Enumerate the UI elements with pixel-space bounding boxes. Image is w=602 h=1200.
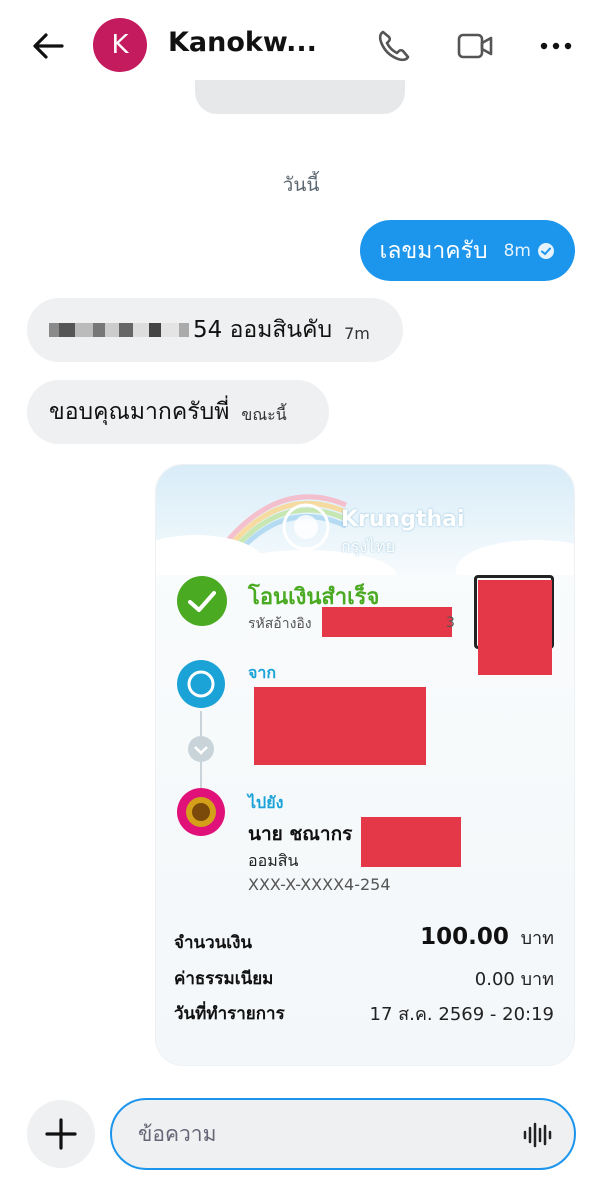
- message-input[interactable]: ข้อความ: [110, 1098, 576, 1170]
- message-time: 8m: [503, 240, 531, 261]
- redaction-box: [322, 607, 452, 637]
- recipient-name: นาย ชณากร: [248, 823, 353, 845]
- redaction-box: [478, 580, 552, 675]
- message-input-placeholder: ข้อความ: [138, 1121, 217, 1146]
- recipient-bank: ออมสิน: [248, 851, 299, 870]
- video-icon[interactable]: [455, 26, 495, 66]
- back-arrow-icon[interactable]: [28, 26, 68, 66]
- amount-value: 100.00 บาท: [420, 923, 554, 952]
- to-label: ไปยัง: [248, 793, 284, 812]
- reference-tail: 3: [446, 615, 455, 631]
- chevron-down-icon: [188, 736, 214, 762]
- date-value: 17 ส.ค. 2569 - 20:19: [369, 1004, 554, 1025]
- avatar[interactable]: K: [93, 18, 147, 72]
- voice-wave-icon[interactable]: [522, 1120, 552, 1150]
- message-time: ขณะนี้: [241, 404, 287, 424]
- chat-header: K Kanokw...: [0, 0, 602, 90]
- amount-unit: บาท: [520, 928, 554, 949]
- date-label: วันที่ทำรายการ: [174, 1004, 285, 1024]
- pixelated-redaction: [49, 323, 189, 337]
- more-icon[interactable]: [536, 26, 576, 66]
- phone-icon[interactable]: [374, 26, 414, 66]
- fee-value: 0.00 บาท: [474, 969, 554, 990]
- date-separator: วันนี้: [282, 174, 320, 196]
- incoming-message[interactable]: ขอบคุณมากครับพี่ ขณะนี้: [27, 380, 329, 444]
- fee-label: ค่าธรรมเนียม: [174, 969, 274, 989]
- amount-number: 100.00: [420, 924, 509, 950]
- bank-name: Krungthai: [341, 507, 465, 532]
- from-label: จาก: [248, 663, 277, 682]
- redaction-box: [254, 687, 426, 765]
- amount-label: จำนวนเงิน: [174, 933, 253, 953]
- redaction-box: [361, 817, 461, 867]
- incoming-message[interactable]: 54 ออมสินคับ 7m: [27, 298, 403, 362]
- message-time: 7m: [344, 323, 370, 343]
- message-text: ขอบคุณมากครับพี่: [49, 399, 230, 425]
- add-attachment-button[interactable]: [27, 1100, 95, 1168]
- message-text: 54 ออมสินคับ: [193, 317, 333, 343]
- recipient-account: XXX-X-XXXX4-254: [248, 875, 391, 894]
- gsb-bank-logo-icon: [177, 788, 225, 836]
- plus-icon: [45, 1118, 77, 1150]
- success-check-icon: [177, 576, 227, 626]
- reference-label: รหัสอ้างอิง: [248, 616, 312, 632]
- transfer-slip-image[interactable]: Krungthai กรุงไทย โอนเงินสำเร็จ รหัสอ้าง…: [155, 464, 575, 1066]
- read-check-icon: [538, 242, 554, 259]
- contact-name[interactable]: Kanokw...: [168, 27, 317, 58]
- message-text: เลขมาครับ: [379, 237, 488, 264]
- previous-message-bubble: [195, 80, 405, 114]
- bank-logo-icon: [177, 660, 225, 708]
- outgoing-message[interactable]: เลขมาครับ 8m: [359, 220, 575, 281]
- bank-name-thai: กรุงไทย: [341, 537, 396, 556]
